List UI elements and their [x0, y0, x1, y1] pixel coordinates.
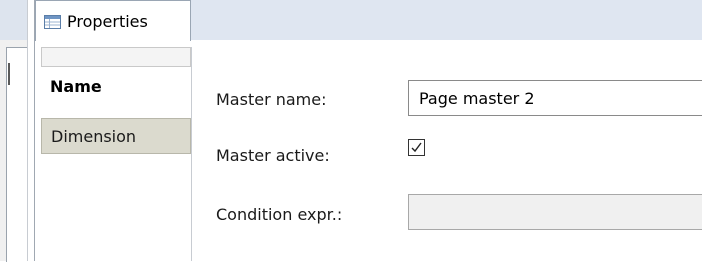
condition-expr-label: Condition expr.: — [216, 205, 343, 224]
section-name[interactable]: Name — [41, 68, 191, 104]
section-list-header — [41, 47, 191, 67]
tab-properties-label: Properties — [67, 11, 148, 31]
table-icon — [44, 14, 61, 29]
master-active-label: Master active: — [216, 146, 330, 165]
master-name-label: Master name: — [216, 90, 327, 109]
left-editor-caret — [8, 63, 10, 85]
checkmark-icon — [411, 142, 422, 153]
view-tabbar: Properties — [35, 0, 702, 41]
left-editor-strip — [0, 0, 27, 262]
condition-expr-field[interactable] — [408, 194, 702, 230]
section-dimension[interactable]: Dimension — [41, 118, 191, 154]
left-editor-tabbar — [0, 0, 27, 40]
master-active-checkbox[interactable] — [408, 139, 425, 156]
master-name-field[interactable]: Page master 2 — [408, 80, 702, 116]
section-list: Name Dimension — [41, 47, 192, 261]
tab-properties[interactable]: Properties — [35, 0, 191, 41]
properties-view: Properties Name Dimension Master name: P… — [34, 0, 702, 261]
